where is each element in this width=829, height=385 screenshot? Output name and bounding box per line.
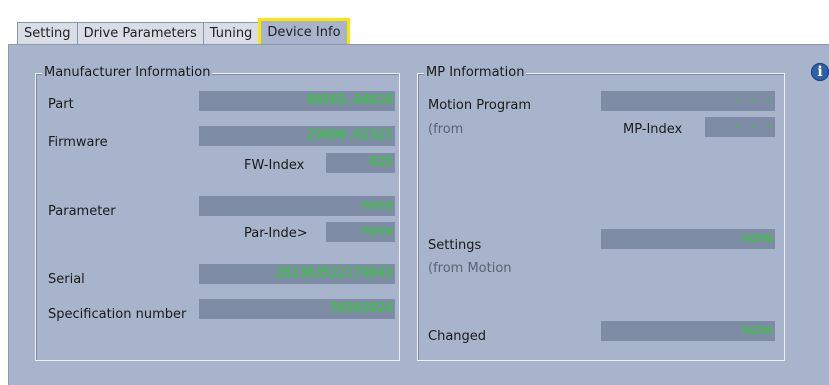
from-label: (from <box>428 122 464 137</box>
changed-value: none <box>601 321 775 341</box>
device-info-window: Setting Drive Parameters Tuning Device I… <box>0 0 829 385</box>
par-index-label: Par-Inde> <box>244 226 308 241</box>
motion-program-value: - - - <box>601 91 775 111</box>
serial-value: 282383522179843 <box>199 264 395 284</box>
mp-information-legend: MP Information <box>424 65 527 81</box>
mp-index-value: - - - <box>705 117 775 137</box>
specification-number-label: Specification number <box>48 307 187 322</box>
from-motion-label: (from Motion <box>428 261 512 276</box>
settings-label: Settings <box>428 238 482 253</box>
tab-drive-parameters[interactable]: Drive Parameters <box>76 22 204 44</box>
tab-device-info[interactable]: Device Info <box>258 18 350 44</box>
info-icon[interactable]: i <box>811 63 829 81</box>
motion-program-label: Motion Program <box>428 98 532 113</box>
par-index-value: none <box>326 222 395 242</box>
parameter-label: Parameter <box>48 204 116 219</box>
device-info-panel: Manufacturer Information Part 88565.0481… <box>8 44 829 385</box>
part-value: 88565.04810 <box>199 91 395 111</box>
specification-number-value: 56501024 <box>199 299 395 319</box>
parameter-value: none <box>199 196 395 216</box>
manufacturer-information-legend: Manufacturer Information <box>42 65 213 81</box>
fw-index-value: 025 <box>326 153 395 173</box>
part-label: Part <box>48 97 74 112</box>
settings-value: none <box>601 229 775 249</box>
changed-label: Changed <box>428 329 487 344</box>
mp-information-group: MP Information Motion Program - - - (fro… <box>417 65 785 361</box>
firmware-label: Firmware <box>48 135 108 150</box>
serial-label: Serial <box>48 272 85 287</box>
firmware-value: 29000.02321 <box>199 126 395 146</box>
tab-setting[interactable]: Setting <box>17 22 78 44</box>
fw-index-label: FW-Index <box>244 158 305 173</box>
manufacturer-information-group: Manufacturer Information Part 88565.0481… <box>35 65 400 361</box>
mp-index-label: MP-Index <box>623 122 683 137</box>
tab-tuning[interactable]: Tuning <box>202 22 260 44</box>
tab-strip: Setting Drive Parameters Tuning Device I… <box>17 18 350 44</box>
